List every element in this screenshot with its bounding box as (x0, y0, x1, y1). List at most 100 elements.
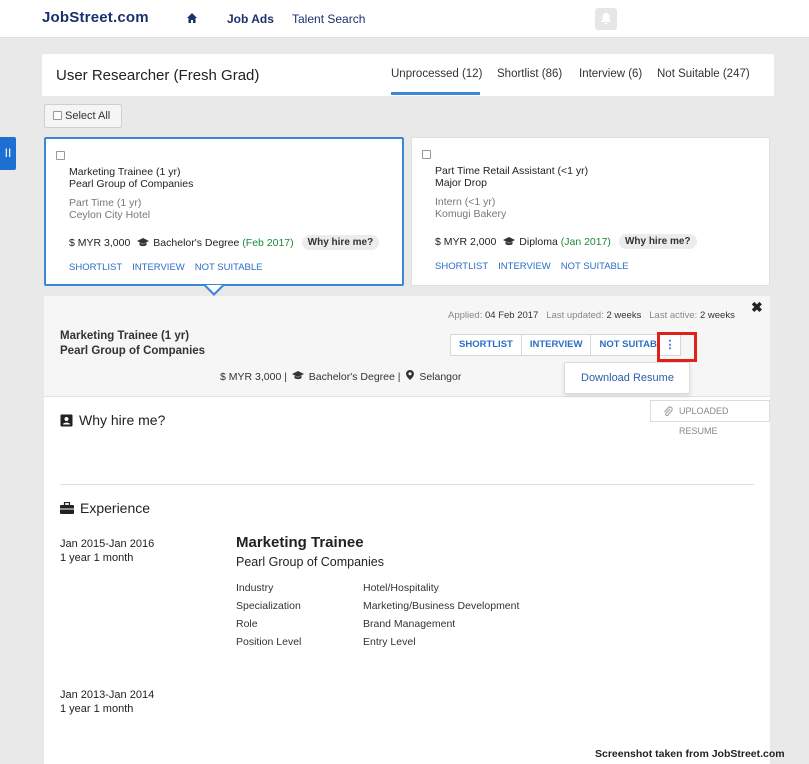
shortlist-link[interactable]: SHORTLIST (69, 262, 122, 273)
candidate-checkbox[interactable] (56, 151, 65, 160)
highlight-box (657, 332, 697, 362)
field-label: Specialization (236, 600, 301, 612)
bell-icon (601, 13, 611, 25)
experience-field: Position Level Entry Level (236, 636, 416, 648)
application-meta: Applied: 04 Feb 2017 Last updated: 2 wee… (448, 310, 735, 321)
jobstreet-logo[interactable]: JobStreet.com (42, 9, 149, 26)
uploaded-resume-button[interactable]: UPLOADED RESUME (650, 400, 770, 436)
nav-job-ads[interactable]: Job Ads (227, 12, 274, 26)
page-title: User Researcher (Fresh Grad) (56, 67, 260, 84)
select-all-checkbox[interactable] (53, 111, 62, 120)
candidate-company-secondary: Ceylon City Hotel (69, 209, 151, 221)
field-value: Hotel/Hospitality (363, 582, 439, 594)
notification-button[interactable] (595, 8, 617, 30)
card-actions: SHORTLIST INTERVIEW NOT SUITABLE (435, 261, 639, 272)
not-suitable-link[interactable]: NOT SUITABLE (561, 261, 629, 272)
experience-title: Experience (80, 500, 151, 516)
why-hire-me-heading: Why hire me? (60, 412, 165, 428)
why-hire-me-title: Why hire me? (79, 412, 166, 428)
candidate-role: Part Time Retail Assistant (<1 yr) (435, 165, 589, 177)
why-hire-me-badge[interactable]: Why hire me? (618, 234, 697, 249)
experience-company: Pearl Group of Companies (236, 555, 384, 569)
not-suitable-link[interactable]: NOT SUITABLE (195, 262, 263, 273)
education: Bachelor's Degree (153, 236, 240, 249)
id-card-icon (60, 414, 73, 426)
salary: $ MYR 2,000 (435, 235, 497, 248)
experience-field: Specialization Marketing/Business Develop… (236, 600, 519, 612)
graduation-date: (Feb 2017) (242, 236, 294, 249)
candidate-role: Marketing Trainee (1 yr) (69, 166, 181, 178)
shortlist-link[interactable]: SHORTLIST (435, 261, 488, 272)
select-all-label: Select All (65, 110, 111, 122)
experience-field: Industry Hotel/Hospitality (236, 582, 439, 594)
education: Diploma (519, 235, 558, 248)
why-hire-me-badge[interactable]: Why hire me? (301, 235, 380, 250)
salary: $ MYR 3,000 (69, 236, 131, 249)
experience-role: Marketing Trainee (236, 534, 364, 551)
candidate-detail-panel: ✖ Applied: 04 Feb 2017 Last updated: 2 w… (44, 296, 770, 764)
sidebar-toggle[interactable]: II (0, 137, 16, 170)
shortlist-button[interactable]: SHORTLIST (451, 335, 522, 355)
download-resume-item[interactable]: Download Resume (581, 372, 674, 384)
screenshot-credit: Screenshot taken from JobStreet.com (595, 748, 785, 760)
tab-interview[interactable]: Interview (6) (579, 68, 642, 80)
experience-period: Jan 2015-Jan 2016 (60, 538, 155, 550)
selected-card-pointer-inner (206, 285, 222, 293)
field-label: Role (236, 618, 258, 630)
experience-dates: Jan 2015-Jan 2016 1 year 1 month (60, 537, 154, 565)
interview-button[interactable]: INTERVIEW (522, 335, 592, 355)
candidate-company: Pearl Group of Companies (69, 178, 194, 190)
uploaded-resume-label: UPLOADED RESUME (679, 406, 729, 436)
applied-label: Applied: (448, 310, 483, 321)
candidate-summary: $ MYR 3,000 Bachelor's Degree (Feb 2017)… (69, 235, 380, 250)
detail-location: Selangor (419, 371, 462, 383)
active-label: Last active: (649, 310, 698, 321)
candidate-role-secondary: Part Time (1 yr) (69, 197, 142, 209)
tab-not-suitable[interactable]: Not Suitable (247) (657, 68, 750, 80)
detail-header: ✖ Applied: 04 Feb 2017 Last updated: 2 w… (44, 296, 770, 397)
candidate-card[interactable]: Part Time Retail Assistant (<1 yr) Major… (411, 137, 770, 286)
pause-icon: II (4, 146, 12, 160)
field-value: Brand Management (363, 618, 456, 630)
close-icon[interactable]: ✖ (751, 299, 763, 316)
detail-summary: $ MYR 3,000 | Bachelor's Degree | Selang… (220, 370, 461, 383)
candidate-card[interactable]: Marketing Trainee (1 yr) Pearl Group of … (44, 137, 404, 286)
field-label: Position Level (236, 636, 302, 648)
experience-period: Jan 2013-Jan 2014 (60, 689, 155, 701)
candidate-company-secondary: Komugi Bakery (435, 208, 507, 220)
field-value: Entry Level (363, 636, 416, 648)
nav-talent-search[interactable]: Talent Search (292, 12, 365, 26)
experience-dates: Jan 2013-Jan 2014 1 year 1 month (60, 688, 154, 716)
candidate-role-secondary: Intern (<1 yr) (435, 196, 496, 208)
card-actions: SHORTLIST INTERVIEW NOT SUITABLE (69, 262, 273, 273)
experience-duration: 1 year 1 month (60, 703, 134, 715)
experience-field: Role Brand Management (236, 618, 455, 630)
section-divider (60, 484, 754, 485)
detail-role: Marketing Trainee (1 yr) (60, 330, 190, 342)
updated-value: 2 weeks (606, 310, 642, 321)
detail-company: Pearl Group of Companies (60, 345, 206, 357)
job-header: User Researcher (Fresh Grad) Unprocessed… (42, 54, 774, 96)
field-value: Marketing/Business Development (363, 600, 520, 612)
graduation-cap-icon (291, 371, 304, 380)
select-all-button[interactable]: Select All (44, 104, 122, 128)
interview-link[interactable]: INTERVIEW (498, 261, 551, 272)
active-tab-indicator (391, 92, 480, 95)
tab-shortlist[interactable]: Shortlist (86) (497, 68, 562, 80)
detail-salary: $ MYR 3,000 | (220, 371, 287, 383)
candidate-checkbox[interactable] (422, 150, 431, 159)
briefcase-icon (60, 502, 74, 514)
graduation-date: (Jan 2017) (560, 235, 611, 248)
tab-unprocessed[interactable]: Unprocessed (12) (391, 68, 482, 80)
more-options-menu: Download Resume (564, 362, 690, 394)
field-label: Industry (236, 582, 274, 594)
top-nav: JobStreet.com Job Ads Talent Search (0, 0, 809, 38)
interview-link[interactable]: INTERVIEW (132, 262, 185, 273)
detail-education: Bachelor's Degree | (308, 371, 401, 383)
experience-heading: Experience (60, 500, 150, 516)
candidate-summary: $ MYR 2,000 Diploma (Jan 2017) Why hire … (435, 234, 697, 249)
active-value: 2 weeks (699, 310, 735, 321)
home-icon[interactable] (186, 12, 198, 24)
detail-action-buttons: SHORTLIST INTERVIEW NOT SUITABLE (450, 334, 678, 356)
location-pin-icon (406, 370, 415, 380)
